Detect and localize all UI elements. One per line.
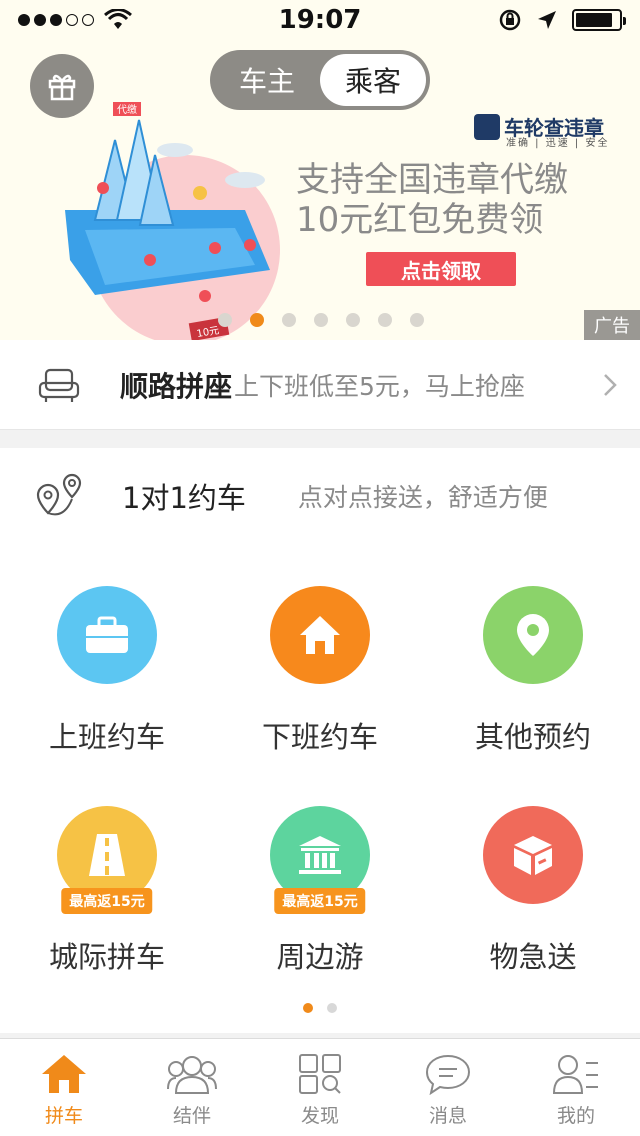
services-pager[interactable] xyxy=(303,1003,337,1013)
ad-banner[interactable]: 车主 乘客 代缴 10元 车轮查违章 准确 | 迅速 | 安全 支持全国违章代缴… xyxy=(0,40,640,340)
landmark-icon xyxy=(299,836,341,874)
service-label: 城际拼车 xyxy=(48,940,165,974)
service-label: 周边游 xyxy=(276,940,364,974)
banner-page-dot[interactable] xyxy=(314,313,328,327)
ad-headline-2: 10元红包免费领 xyxy=(296,200,544,240)
location-pin-icon xyxy=(517,614,549,656)
one-on-one-header[interactable]: 1对1约车 点对点接送，舒适方便 xyxy=(0,448,640,544)
service-icon-bg xyxy=(483,806,583,904)
carpool-entry[interactable]: 顺路拼座 上下班低至5元，马上抢座 xyxy=(0,340,640,430)
service-commute-to-work[interactable]: 上班约车 xyxy=(27,586,187,756)
service-nearby-travel[interactable]: 最高返15元 周边游 xyxy=(240,806,400,976)
illustration-badge-text: 代缴 xyxy=(117,103,137,116)
ad-illustration: 代缴 10元 xyxy=(65,102,280,340)
services-card: 1对1约车 点对点接送，舒适方便 上班约车 下班约车 其他预约 最高返15元 城… xyxy=(0,448,640,1033)
tab-label: 发现 xyxy=(300,1105,339,1127)
route-pin-icon xyxy=(36,473,82,516)
one-on-one-title: 1对1约车 xyxy=(122,481,246,515)
services-page-dot[interactable] xyxy=(327,1003,337,1013)
ad-brand-tagline: 准确 | 迅速 | 安全 xyxy=(506,138,610,149)
wifi-icon xyxy=(104,9,132,29)
banner-page-dot[interactable] xyxy=(282,313,296,327)
profile-icon xyxy=(552,1055,598,1094)
package-icon xyxy=(514,836,552,875)
service-icon-bg: 最高返15元 xyxy=(57,806,157,914)
tab-messages[interactable]: 消息 xyxy=(384,1039,512,1136)
chevron-right-icon xyxy=(604,373,617,396)
status-bar: 19:07 xyxy=(0,0,640,40)
tab-label: 结伴 xyxy=(172,1105,211,1127)
service-icon-bg: 最高返15元 xyxy=(270,806,370,914)
tab-carpool[interactable]: 拼车 xyxy=(0,1039,128,1136)
banner-page-dot[interactable] xyxy=(410,313,424,327)
service-intercity-carpool[interactable]: 最高返15元 城际拼车 xyxy=(27,806,187,976)
banner-page-dot[interactable] xyxy=(250,313,264,327)
briefcase-icon xyxy=(86,616,128,653)
promo-badge: 最高返15元 xyxy=(274,888,366,914)
discover-grid-icon xyxy=(299,1054,341,1094)
service-icon-bg xyxy=(57,586,157,684)
home-icon xyxy=(42,1055,86,1093)
road-icon xyxy=(89,834,125,876)
signal-strength xyxy=(18,9,132,31)
people-icon xyxy=(167,1056,217,1094)
tab-label: 消息 xyxy=(428,1105,467,1127)
banner-pager[interactable] xyxy=(218,313,424,327)
carpool-subtitle: 上下班低至5元，马上抢座 xyxy=(234,371,525,401)
service-commute-home[interactable]: 下班约车 xyxy=(240,586,400,756)
tab-discover[interactable]: 发现 xyxy=(256,1039,384,1136)
bottom-tab-bar: 拼车 结伴 发现 消息 我的 xyxy=(0,1038,640,1136)
location-arrow-icon xyxy=(538,11,556,29)
home-icon xyxy=(300,616,340,654)
claim-button[interactable]: 点击领取 xyxy=(366,252,516,286)
service-label: 上班约车 xyxy=(48,720,165,754)
banner-page-dot[interactable] xyxy=(378,313,392,327)
tab-profile[interactable]: 我的 xyxy=(512,1039,640,1136)
one-on-one-subtitle: 点对点接送，舒适方便 xyxy=(297,483,548,512)
service-icon-bg xyxy=(270,586,370,684)
rotation-lock-icon xyxy=(499,9,521,31)
carpool-title: 顺路拼座 xyxy=(120,369,233,403)
banner-page-dot[interactable] xyxy=(218,313,232,327)
seat-icon xyxy=(38,368,80,402)
chat-bubble-icon xyxy=(425,1054,471,1095)
tab-companions[interactable]: 结伴 xyxy=(128,1039,256,1136)
service-other-booking[interactable]: 其他预约 xyxy=(453,586,613,756)
banner-page-dot[interactable] xyxy=(346,313,360,327)
service-label: 物急送 xyxy=(489,940,577,974)
battery-fill xyxy=(576,13,612,27)
gift-icon xyxy=(48,74,76,101)
service-icon-bg xyxy=(483,586,583,684)
service-express-delivery[interactable]: 物急送 xyxy=(453,806,613,976)
service-label: 下班约车 xyxy=(261,720,378,754)
service-label: 其他预约 xyxy=(474,720,591,754)
driver-role-tab[interactable]: 车主 xyxy=(214,54,320,106)
tab-label: 拼车 xyxy=(44,1105,83,1127)
tab-label: 我的 xyxy=(556,1105,595,1127)
services-page-dot[interactable] xyxy=(303,1003,313,1013)
ad-label: 广告 xyxy=(584,310,640,340)
passenger-role-tab[interactable]: 乘客 xyxy=(320,54,426,106)
promo-badge: 最高返15元 xyxy=(61,888,153,914)
battery-icon xyxy=(572,9,626,31)
